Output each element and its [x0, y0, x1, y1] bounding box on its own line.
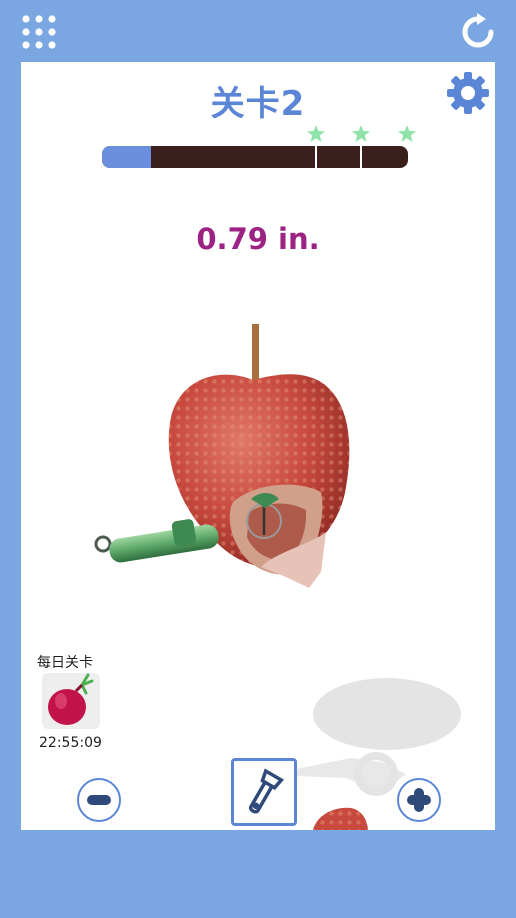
- menu-grid-button[interactable]: [18, 12, 60, 52]
- minus-icon: [87, 795, 111, 805]
- peeler-tool-button[interactable]: [231, 758, 297, 826]
- peeler-icon: [248, 768, 285, 814]
- plus-icon: [407, 788, 431, 812]
- restart-button[interactable]: [456, 10, 500, 54]
- daily-level-button[interactable]: [42, 673, 100, 729]
- zoom-out-button[interactable]: [77, 778, 121, 822]
- daily-level-timer: 22:55:09: [39, 735, 102, 751]
- game-panel: 关卡2 0.79 in. 每日关卡 22:55:09: [21, 62, 495, 830]
- zoom-in-button[interactable]: [397, 778, 441, 822]
- apple-shadow: [313, 678, 461, 750]
- onion-icon: [48, 673, 94, 725]
- grid-dots-icon: [22, 15, 56, 49]
- apple-stem: [252, 324, 259, 386]
- daily-level-label: 每日关卡: [37, 655, 93, 671]
- restart-icon: [462, 13, 494, 48]
- apple: [168, 374, 350, 588]
